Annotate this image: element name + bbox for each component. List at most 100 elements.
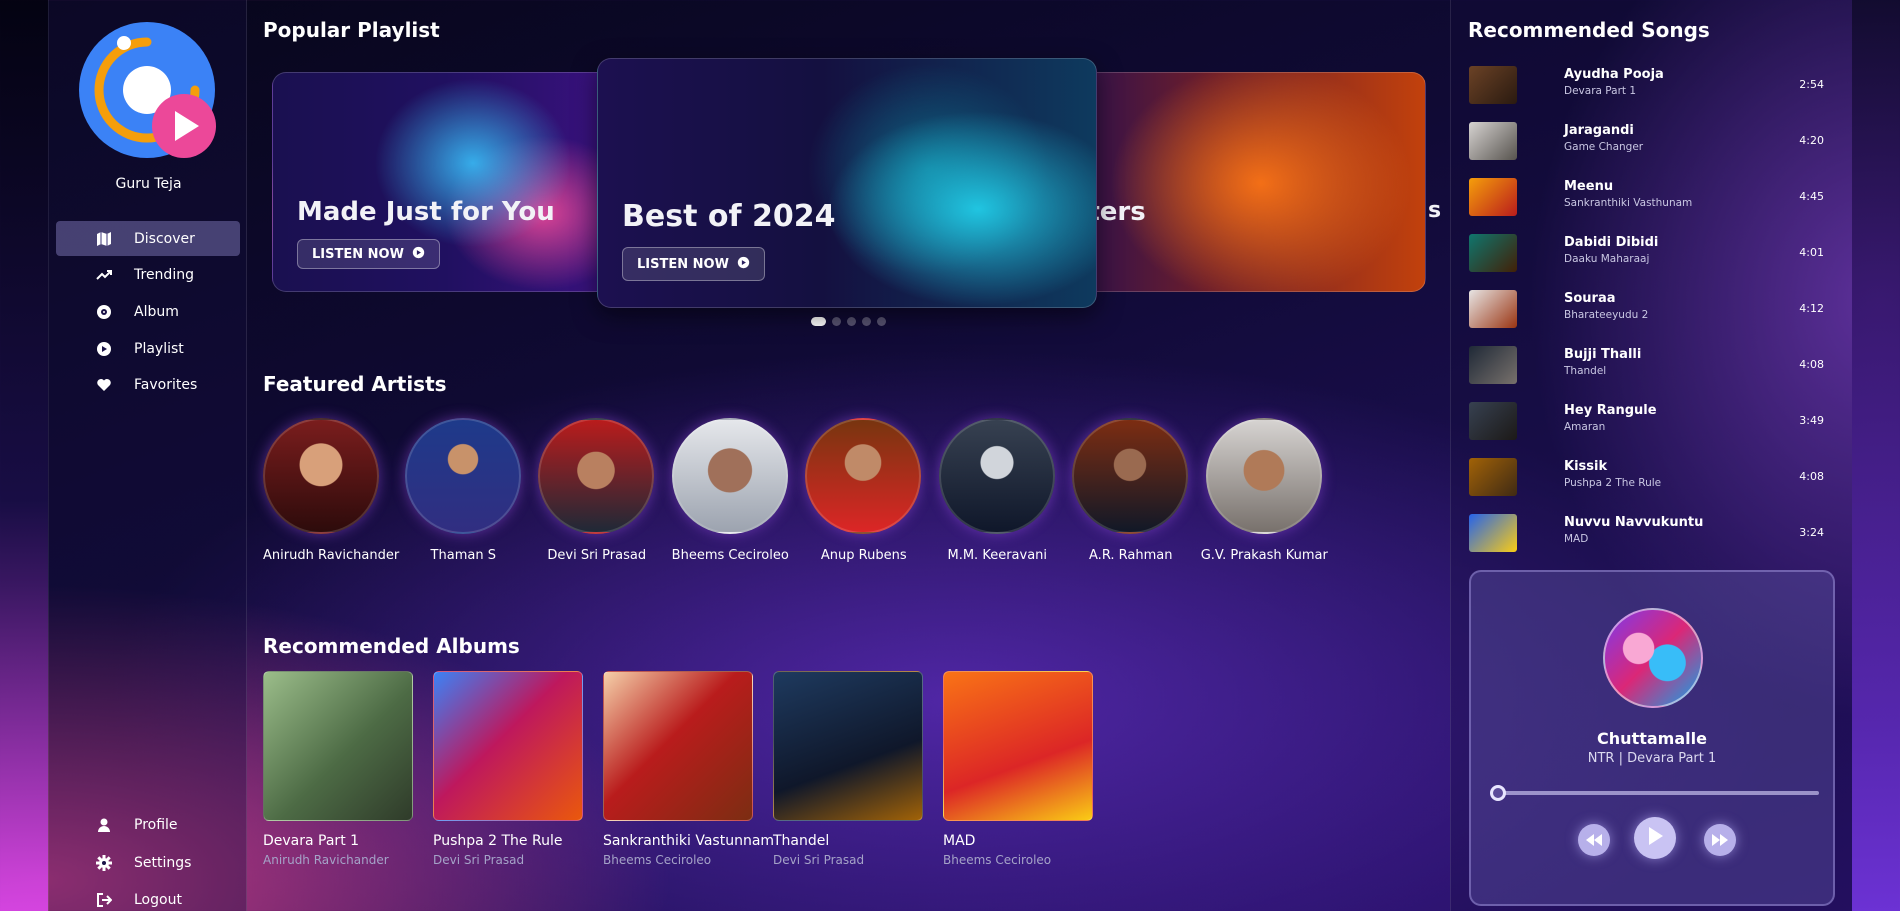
artist-item[interactable]: Bheems Ceciroleo <box>664 418 798 563</box>
song-title: Hey Rangule <box>1564 403 1657 418</box>
song-duration: 4:08 <box>1799 358 1824 371</box>
carousel-dot[interactable] <box>862 317 871 326</box>
artist-item[interactable]: G.V. Prakash Kumar <box>1198 418 1332 563</box>
nav-item-logout[interactable]: Logout <box>56 882 240 911</box>
album-item[interactable]: Sankranthiki Vastunnam Bheems Ceciroleo <box>603 671 775 867</box>
song-row[interactable]: Souraa Bharateeyudu 2 4:12 <box>1469 287 1824 331</box>
listen-now-button[interactable]: LISTEN NOW <box>622 247 765 281</box>
artist-name: Bheems Ceciroleo <box>671 548 789 563</box>
playlist-card-title: Made Just for You <box>297 197 555 227</box>
app-logo[interactable] <box>79 22 219 162</box>
previous-button[interactable] <box>1578 824 1610 856</box>
song-row[interactable]: Kissik Pushpa 2 The Rule 4:08 <box>1469 455 1824 499</box>
song-row[interactable]: Hey Rangule Amaran 3:49 <box>1469 399 1824 443</box>
album-item[interactable]: Devara Part 1 Anirudh Ravichander <box>263 671 413 867</box>
song-row[interactable]: Dabidi Dibidi Daaku Maharaaj 4:01 <box>1469 231 1824 275</box>
playlist-card-best-of-2024[interactable]: Best of 2024 LISTEN NOW <box>597 58 1097 308</box>
artist-item[interactable]: Thaman S <box>397 418 531 563</box>
song-thumbnail <box>1469 346 1517 384</box>
progress-bar[interactable] <box>1490 785 1819 801</box>
song-title: Dabidi Dibidi <box>1564 235 1659 250</box>
artist-item[interactable]: Anup Rubens <box>797 418 931 563</box>
album-list: Devara Part 1 Anirudh Ravichander Pushpa… <box>263 671 1093 867</box>
carousel-dot[interactable] <box>847 317 856 326</box>
song-row[interactable]: Ayudha Pooja Devara Part 1 2:54 <box>1469 63 1824 107</box>
artist-item[interactable]: M.M. Keeravani <box>931 418 1065 563</box>
song-album: Thandel <box>1564 365 1607 377</box>
play-button[interactable] <box>1634 817 1676 859</box>
song-duration: 3:24 <box>1799 526 1824 539</box>
artist-name: A.R. Rahman <box>1089 548 1173 563</box>
trending-icon <box>96 267 112 283</box>
playlist-card-chartbusters[interactable]: arters <box>1060 72 1426 292</box>
play-icon <box>1647 827 1663 849</box>
heart-icon <box>96 377 112 393</box>
album-item[interactable]: MAD Bheems Ceciroleo <box>943 671 1093 867</box>
now-playing-player: Chuttamalle NTR | Devara Part 1 <box>1469 570 1835 906</box>
main-nav: Discover Trending Album Playlist Favorit… <box>56 221 240 404</box>
song-title: Souraa <box>1564 291 1616 306</box>
artist-item[interactable]: Devi Sri Prasad <box>530 418 664 563</box>
nav-item-playlist[interactable]: Playlist <box>56 331 240 366</box>
map-icon <box>96 231 112 247</box>
album-title: Sankranthiki Vastunnam <box>603 833 775 849</box>
song-duration: 2:54 <box>1799 78 1824 91</box>
playlist-card-made-for-you[interactable]: Made Just for You LISTEN NOW <box>272 72 617 292</box>
song-row[interactable]: Nuvvu Navvukuntu MAD 3:24 <box>1469 511 1824 555</box>
song-album: Sankranthiki Vasthunam <box>1564 197 1693 209</box>
fast-forward-icon <box>1712 831 1728 850</box>
song-thumbnail <box>1469 66 1517 104</box>
artist-avatar <box>671 418 788 534</box>
carousel-pagination <box>811 317 886 326</box>
nav-label: Settings <box>134 854 192 871</box>
artist-item[interactable]: Anirudh Ravichander <box>263 418 400 563</box>
nav-label: Favorites <box>134 377 198 394</box>
album-cover <box>943 671 1093 821</box>
album-cover <box>773 671 923 821</box>
song-title: Jaragandi <box>1564 123 1634 138</box>
nav-item-profile[interactable]: Profile <box>56 807 240 843</box>
album-artist: Devi Sri Prasad <box>773 853 865 867</box>
song-album: Daaku Maharaaj <box>1564 253 1650 265</box>
song-row[interactable]: Jaragandi Game Changer 4:20 <box>1469 119 1824 163</box>
song-duration: 4:01 <box>1799 246 1824 259</box>
carousel-dot[interactable] <box>811 317 826 326</box>
carousel-dot[interactable] <box>832 317 841 326</box>
album-icon <box>96 304 112 320</box>
nav-item-discover[interactable]: Discover <box>56 221 240 256</box>
section-title-albums: Recommended Albums <box>263 634 520 658</box>
nav-item-settings[interactable]: Settings <box>56 845 240 881</box>
nav-item-album[interactable]: Album <box>56 294 240 329</box>
artist-avatar <box>538 418 654 534</box>
playlist-carousel: Made Just for You LISTEN NOW arters s Be… <box>264 56 1441 318</box>
song-row[interactable]: Meenu Sankranthiki Vasthunam 4:45 <box>1469 175 1824 219</box>
next-button[interactable] <box>1704 824 1736 856</box>
song-album: Bharateeyudu 2 <box>1564 309 1649 321</box>
song-album: Devara Part 1 <box>1564 85 1637 97</box>
progress-handle[interactable] <box>1490 785 1506 801</box>
song-duration: 4:12 <box>1799 302 1824 315</box>
listen-now-button[interactable]: LISTEN NOW <box>297 239 440 269</box>
artist-item[interactable]: A.R. Rahman <box>1064 418 1198 563</box>
next-card-peek-text: s <box>1428 198 1442 223</box>
artist-name: Devi Sri Prasad <box>547 548 647 563</box>
playlist-card-title: Best of 2024 <box>622 199 836 234</box>
nav-item-trending[interactable]: Trending <box>56 258 240 293</box>
artist-avatar <box>1205 418 1322 534</box>
album-item[interactable]: Pushpa 2 The Rule Devi Sri Prasad <box>433 671 583 867</box>
play-circle-icon <box>96 341 112 357</box>
song-thumbnail <box>1469 290 1517 328</box>
nav-item-favorites[interactable]: Favorites <box>56 368 240 403</box>
gear-icon <box>96 854 112 871</box>
account-nav: Profile Settings Logout <box>56 807 240 911</box>
song-thumbnail <box>1469 402 1517 440</box>
album-item[interactable]: Thandel Devi Sri Prasad <box>773 671 923 867</box>
carousel-dot[interactable] <box>877 317 886 326</box>
album-title: MAD <box>943 833 976 849</box>
nav-label: Playlist <box>134 340 184 357</box>
artist-list: Anirudh Ravichander Thaman S Devi Sri Pr… <box>263 418 1331 563</box>
song-duration: 4:45 <box>1799 190 1824 203</box>
nav-label: Profile <box>134 817 178 833</box>
artist-name: Anirudh Ravichander <box>263 548 400 563</box>
song-row[interactable]: Bujji Thalli Thandel 4:08 <box>1469 343 1824 387</box>
